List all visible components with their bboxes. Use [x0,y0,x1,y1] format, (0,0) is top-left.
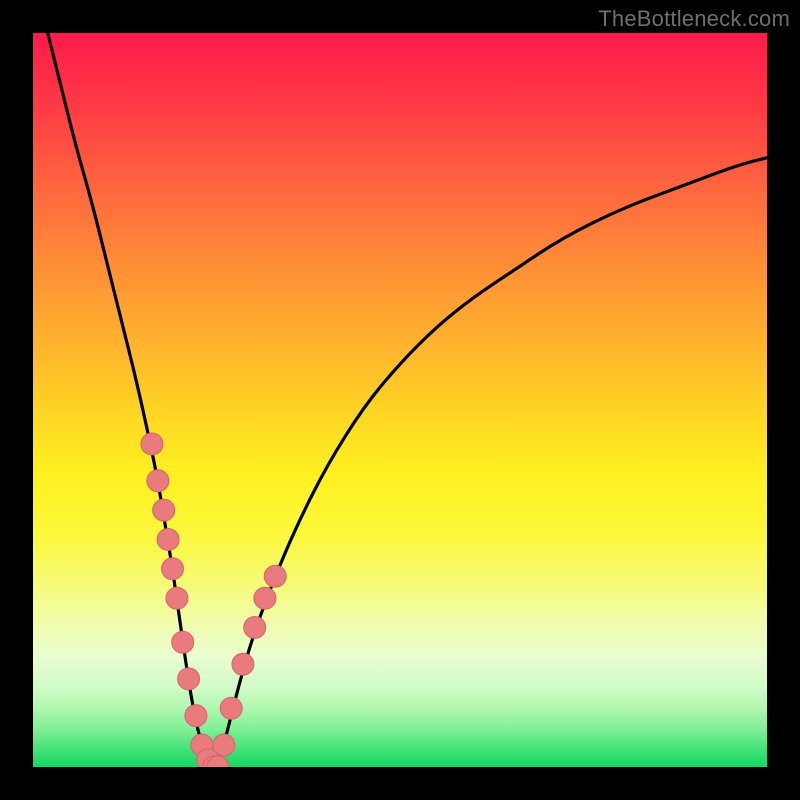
sample-marker [264,565,286,587]
sample-marker [153,499,175,521]
sample-marker [232,653,254,675]
sample-marker [213,734,235,756]
chart-svg [33,33,767,767]
sample-marker [166,587,188,609]
sample-marker [254,587,276,609]
sample-marker [172,631,194,653]
marker-layer [141,433,286,767]
sample-marker [147,470,169,492]
sample-marker [157,529,179,551]
bottleneck-curve [48,33,767,767]
sample-marker [141,433,163,455]
watermark-text: TheBottleneck.com [598,6,790,32]
sample-marker [185,705,207,727]
chart-frame: TheBottleneck.com [0,0,800,800]
sample-marker [220,697,242,719]
sample-marker [244,617,266,639]
sample-marker [178,668,200,690]
plot-area [33,33,767,767]
sample-marker [162,558,184,580]
